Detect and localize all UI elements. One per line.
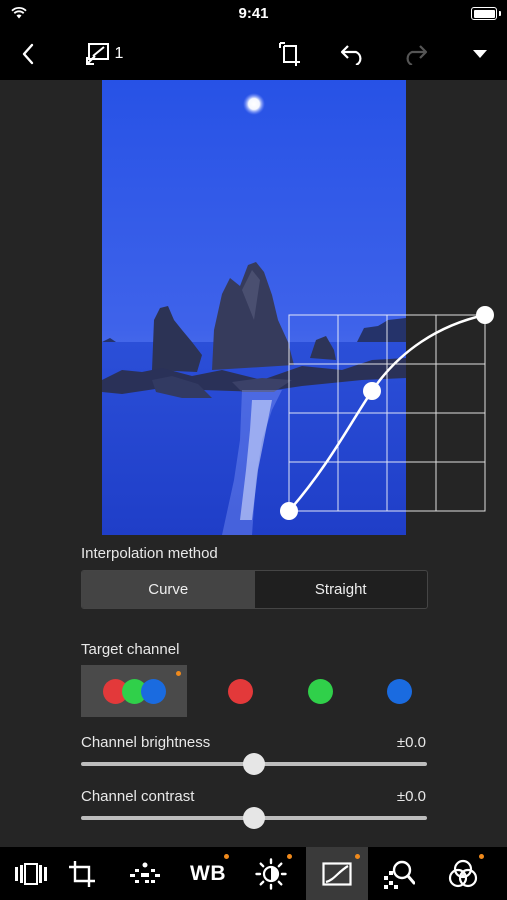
bottom-tab-bar: WB <box>0 847 507 900</box>
curve-point-black[interactable] <box>280 502 298 520</box>
target-channel-label: Target channel <box>81 641 180 658</box>
crop-icon <box>69 860 95 887</box>
back-icon <box>22 43 34 65</box>
color-icon <box>448 859 478 887</box>
undo-icon <box>340 45 362 65</box>
layer-count: 1 <box>114 45 124 62</box>
channel-contrast-value: ±0.0 <box>396 788 426 805</box>
green-channel-icon <box>307 678 333 704</box>
tab-crop[interactable] <box>51 847 113 900</box>
overlay-compare-icon <box>85 43 109 65</box>
menu-dropdown-button[interactable] <box>462 28 498 80</box>
channel-brightness-label: Channel brightness <box>81 734 211 751</box>
interpolation-straight-option[interactable]: Straight <box>255 571 428 608</box>
interpolation-curve-option[interactable]: Curve <box>82 571 255 608</box>
picture-style-icon <box>130 862 160 883</box>
redo-icon <box>406 45 428 65</box>
tab-brightness[interactable] <box>240 847 302 900</box>
curve-point-mid[interactable] <box>363 382 381 400</box>
channel-brightness-value: ±0.0 <box>396 734 426 751</box>
tab-tone-curve[interactable] <box>306 847 368 900</box>
interpolation-label: Interpolation method <box>81 545 218 562</box>
rgb-channel-icon <box>103 678 166 704</box>
tone-curve-editor[interactable] <box>280 306 494 520</box>
filmstrip-icon <box>15 862 47 885</box>
tab-picture-style[interactable] <box>114 847 176 900</box>
channel-brightness-thumb[interactable] <box>243 753 265 775</box>
brightness-icon <box>255 857 287 890</box>
blue-channel-icon <box>386 678 412 704</box>
channel-contrast-thumb[interactable] <box>243 807 265 829</box>
channel-contrast-label: Channel contrast <box>81 788 195 805</box>
modified-badge <box>224 854 229 859</box>
crop-rotate-button[interactable] <box>270 28 310 80</box>
interpolation-segmented-control: Curve Straight <box>81 570 428 609</box>
wb-icon: WB <box>190 861 226 885</box>
crop-rotate-icon <box>279 42 300 66</box>
tab-sharpness[interactable] <box>368 847 430 900</box>
tab-color[interactable] <box>432 847 494 900</box>
curve-point-white[interactable] <box>476 306 494 324</box>
redo-button[interactable] <box>395 28 435 80</box>
compare-button[interactable]: 1 <box>76 28 132 80</box>
modified-badge <box>287 854 292 859</box>
red-channel-icon <box>227 678 253 704</box>
top-toolbar: 1 <box>0 28 507 80</box>
status-bar: 9:41 <box>0 0 507 28</box>
sharpness-icon <box>384 860 415 889</box>
tone-curve-icon <box>322 861 352 886</box>
modified-badge <box>355 854 360 859</box>
channel-blue-button[interactable] <box>346 665 452 717</box>
modified-badge <box>479 854 484 859</box>
dropdown-icon <box>473 50 487 58</box>
back-button[interactable] <box>10 28 46 80</box>
channel-rgb-button[interactable] <box>81 665 187 717</box>
tab-white-balance[interactable]: WB <box>177 847 239 900</box>
undo-button[interactable] <box>333 28 373 80</box>
modified-badge <box>176 671 181 676</box>
status-time: 9:41 <box>238 5 269 22</box>
battery-icon <box>471 7 501 20</box>
